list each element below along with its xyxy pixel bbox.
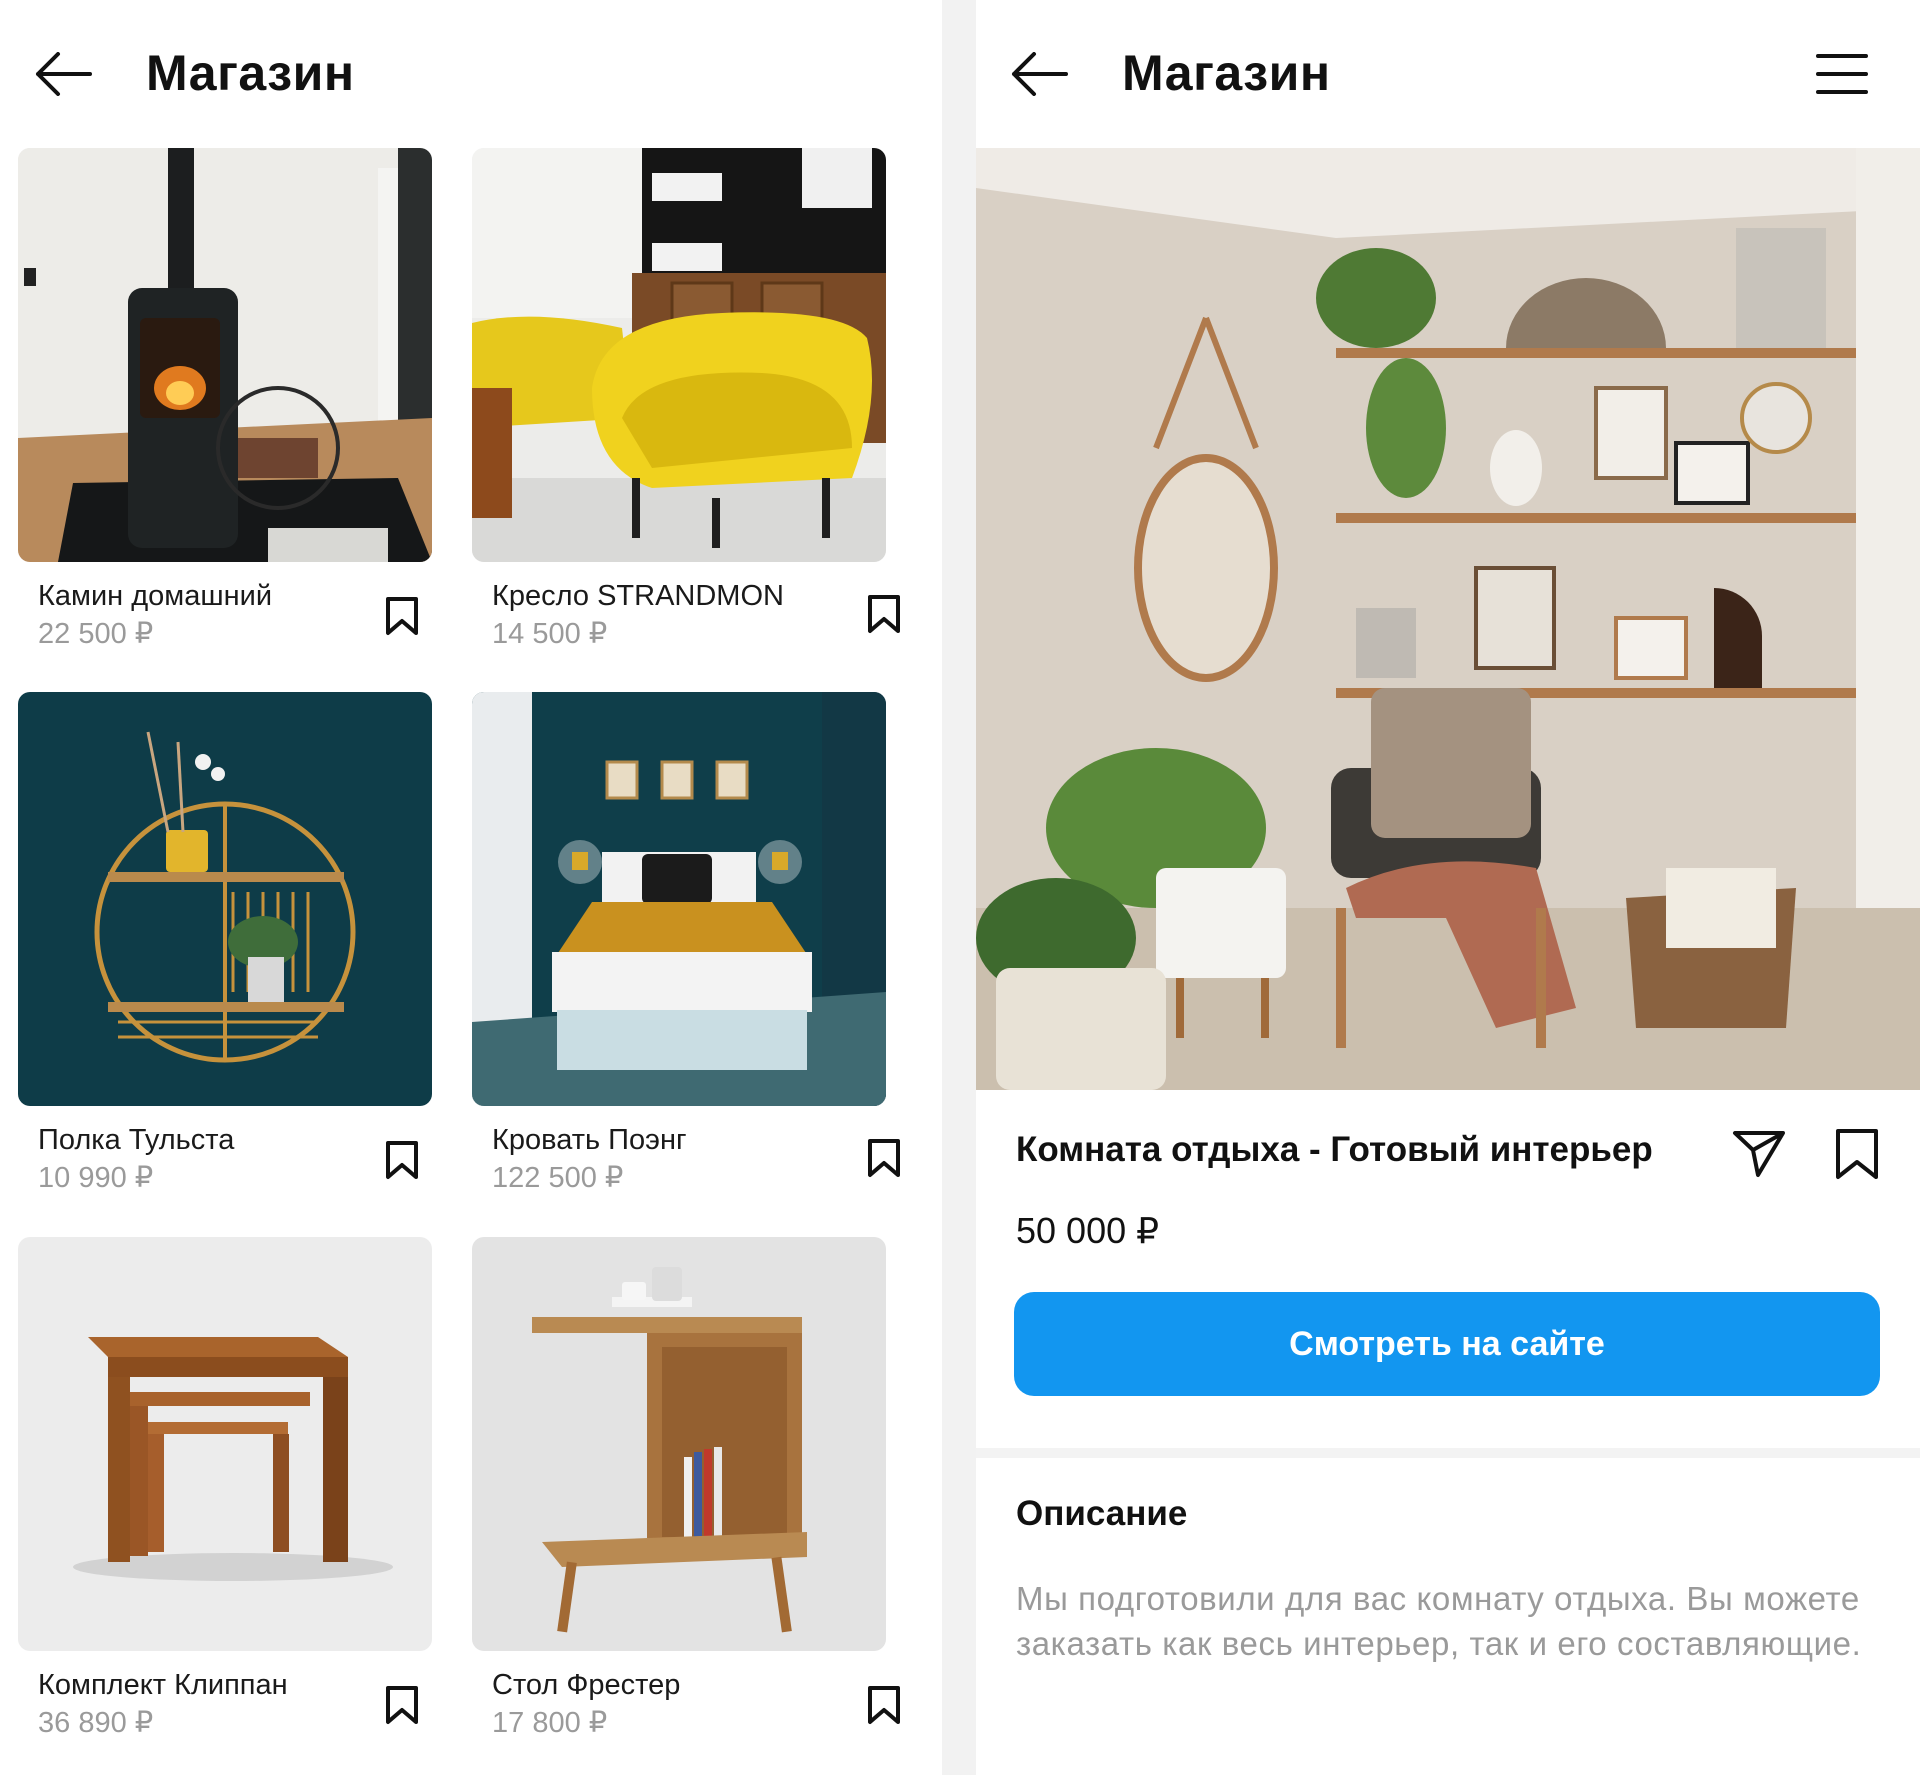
section-divider <box>976 1448 1920 1458</box>
product-image-fireplace[interactable] <box>18 148 432 562</box>
product-price: 22 500 ₽ <box>38 618 154 650</box>
page-title: Магазин <box>1122 45 1331 101</box>
menu-icon[interactable] <box>1816 52 1868 96</box>
product-title: Комната отдыха - Готовый интерьер <box>1016 1130 1653 1169</box>
product-image-shelf[interactable] <box>18 692 432 1106</box>
product-price: 10 990 ₽ <box>38 1162 154 1194</box>
catalog-header: Магазин <box>0 0 942 148</box>
product-price: 50 000 ₽ <box>1016 1210 1160 1251</box>
product-name[interactable]: Стол Фрестер <box>492 1669 680 1702</box>
bookmark-icon[interactable] <box>384 1140 420 1180</box>
product-name[interactable]: Полка Тульста <box>38 1124 234 1157</box>
back-arrow-icon[interactable] <box>1010 52 1068 96</box>
product-image-side-table[interactable] <box>472 1237 886 1651</box>
bookmark-icon[interactable] <box>866 594 902 634</box>
product-price: 36 890 ₽ <box>38 1707 154 1739</box>
product-name[interactable]: Кровать Поэнг <box>492 1124 687 1157</box>
product-hero-image[interactable] <box>976 148 1920 1090</box>
product-detail-screen: Магазин Комната отдыха - Готовый интерье… <box>976 0 1920 1775</box>
description-heading: Описание <box>1016 1494 1188 1533</box>
back-arrow-icon[interactable] <box>34 52 92 96</box>
page-title: Магазин <box>146 45 355 101</box>
detail-header: Магазин <box>976 0 1920 148</box>
screen-divider <box>942 0 976 1775</box>
catalog-screen: Магазин Камин домашний 22 500 ₽ Кресло S… <box>0 0 942 1775</box>
product-image-bed[interactable] <box>472 692 886 1106</box>
send-icon[interactable] <box>1732 1128 1786 1178</box>
view-on-site-button[interactable]: Смотреть на сайте <box>1014 1292 1880 1396</box>
product-image-armchair[interactable] <box>472 148 886 562</box>
bookmark-icon[interactable] <box>1834 1128 1880 1180</box>
description-text: Мы подготовили для вас комнату отдыха. В… <box>1016 1580 1862 1662</box>
bookmark-icon[interactable] <box>866 1685 902 1725</box>
product-name[interactable]: Комплект Клиппан <box>38 1669 288 1702</box>
bookmark-icon[interactable] <box>866 1138 902 1178</box>
bookmark-icon[interactable] <box>384 596 420 636</box>
product-name[interactable]: Кресло STRANDMON <box>492 580 784 613</box>
product-image-nesting-tables[interactable] <box>18 1237 432 1651</box>
bookmark-icon[interactable] <box>384 1685 420 1725</box>
product-price: 14 500 ₽ <box>492 618 608 650</box>
product-name[interactable]: Камин домашний <box>38 580 272 613</box>
product-price: 122 500 ₽ <box>492 1162 624 1194</box>
product-price: 17 800 ₽ <box>492 1707 608 1739</box>
